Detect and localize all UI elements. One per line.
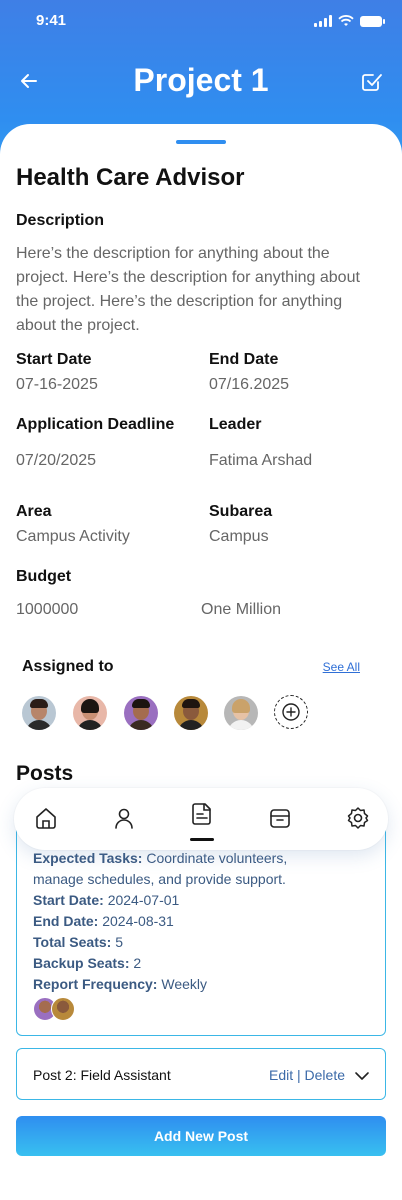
post-2-title: Post 2: Field Assistant bbox=[33, 1067, 171, 1083]
start-date-value: 07-16-2025 bbox=[16, 376, 98, 393]
post-card[interactable]: Expected Tasks: Coordinate volunteers, m… bbox=[16, 824, 386, 1036]
post-report: Report Frequency: Weekly bbox=[33, 976, 208, 992]
check-square-icon[interactable] bbox=[360, 70, 384, 94]
start-date-label: Start Date bbox=[16, 351, 92, 368]
avatar[interactable] bbox=[22, 696, 56, 730]
avatar bbox=[51, 997, 75, 1021]
plus-circle-icon bbox=[282, 703, 300, 721]
sheet-handle[interactable] bbox=[176, 140, 226, 144]
post-end: End Date: 2024-08-31 bbox=[33, 913, 174, 929]
avatar[interactable] bbox=[73, 696, 107, 730]
status-bar: 9:41 bbox=[0, 12, 402, 34]
assigned-label: Assigned to bbox=[22, 658, 114, 675]
settings-icon[interactable] bbox=[344, 804, 372, 832]
chevron-down-icon[interactable] bbox=[353, 1067, 371, 1085]
post-tasks: Expected Tasks: Coordinate volunteers, bbox=[33, 850, 288, 866]
wifi-icon bbox=[338, 15, 354, 26]
edit-delete-links[interactable]: Edit | Delete bbox=[269, 1067, 345, 1083]
end-date-label: End Date bbox=[209, 351, 279, 368]
document-icon[interactable] bbox=[188, 800, 216, 828]
status-icons bbox=[314, 15, 385, 27]
battery-icon bbox=[360, 15, 385, 27]
status-time: 9:41 bbox=[36, 12, 67, 29]
active-tab-indicator bbox=[190, 838, 214, 841]
post-backup: Backup Seats: 2 bbox=[33, 955, 142, 971]
area-label: Area bbox=[16, 503, 52, 520]
post-start: Start Date: 2024-07-01 bbox=[33, 892, 180, 908]
avatar[interactable] bbox=[124, 696, 158, 730]
bottom-tab-bar bbox=[14, 788, 388, 850]
user-icon[interactable] bbox=[110, 804, 138, 832]
deadline-label: Application Deadline bbox=[16, 416, 175, 433]
project-name: Health Care Advisor bbox=[16, 164, 245, 191]
posts-title: Posts bbox=[16, 762, 74, 785]
budget-words: One Million bbox=[201, 601, 282, 618]
description-text: Here’s the description for anything abou… bbox=[16, 245, 360, 334]
description-label: Description bbox=[16, 212, 105, 229]
content-sheet: Health Care Advisor Description Here’s t… bbox=[0, 124, 402, 1200]
page-title: Project 1 bbox=[133, 62, 269, 98]
subarea-label: Subarea bbox=[209, 503, 273, 520]
post-seats: Total Seats: 5 bbox=[33, 934, 123, 950]
see-all-link[interactable]: See All bbox=[323, 660, 360, 674]
add-new-post-button[interactable]: Add New Post bbox=[16, 1116, 386, 1156]
signal-icon bbox=[314, 15, 332, 27]
avatar[interactable] bbox=[224, 696, 258, 730]
add-member-button[interactable] bbox=[274, 695, 308, 729]
area-value: Campus Activity bbox=[16, 528, 130, 545]
budget-value: 1000000 bbox=[16, 601, 79, 618]
leader-label: Leader bbox=[209, 416, 262, 433]
home-icon[interactable] bbox=[32, 804, 60, 832]
deadline-value: 07/20/2025 bbox=[16, 452, 97, 469]
leader-value: Fatima Arshad bbox=[209, 452, 313, 469]
post-2-row[interactable]: Post 2: Field Assistant Edit | Delete bbox=[16, 1048, 386, 1100]
end-date-value: 07/16.2025 bbox=[209, 376, 290, 393]
budget-label: Budget bbox=[16, 568, 72, 585]
post-tasks-cont: manage schedules, and provide support. bbox=[33, 871, 286, 887]
avatar[interactable] bbox=[174, 696, 208, 730]
archive-icon[interactable] bbox=[266, 804, 294, 832]
subarea-value: Campus bbox=[209, 528, 269, 545]
